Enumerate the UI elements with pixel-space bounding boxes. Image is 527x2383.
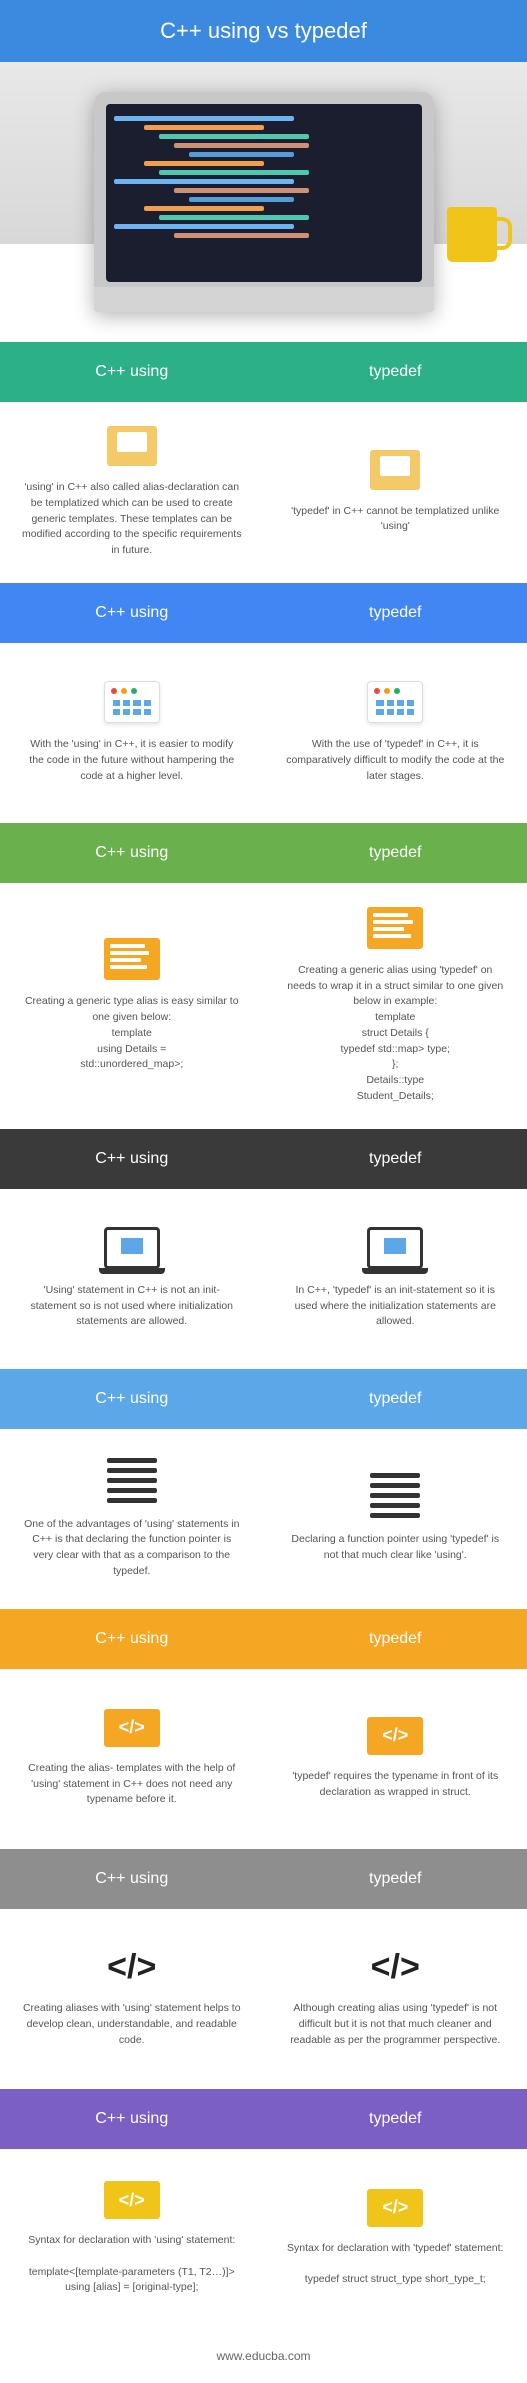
section-header-typedef: typedef xyxy=(264,342,527,402)
footer-link[interactable]: www.educba.com xyxy=(0,2329,527,2383)
section-header-using: C++ using xyxy=(0,823,264,883)
section-text-typedef: Syntax for declaration with 'typedef' st… xyxy=(287,2241,503,2288)
section-icon: </> xyxy=(367,1717,423,1755)
section-content-using: One of the advantages of 'using' stateme… xyxy=(0,1429,264,1609)
section-content-typedef: </> Syntax for declaration with 'typedef'… xyxy=(264,2149,527,2329)
section-icon xyxy=(367,1227,423,1269)
section-icon: </> xyxy=(104,1709,160,1747)
section-text-using: One of the advantages of 'using' stateme… xyxy=(22,1517,242,1580)
section-content-typedef: With the use of 'typedef' in C++, it is … xyxy=(264,643,527,823)
section-icon xyxy=(107,426,157,466)
section-icon xyxy=(370,1473,420,1518)
section-text-using: Creating the alias- templates with the h… xyxy=(22,1761,242,1808)
section-header-typedef: typedef xyxy=(264,1849,527,1909)
section-text-typedef: Although creating alias using 'typedef' … xyxy=(285,2001,505,2048)
section-header-using: C++ using xyxy=(0,2089,264,2149)
section-header-typedef: typedef xyxy=(264,1609,527,1669)
section-text-using: 'Using' statement in C++ is not an init-… xyxy=(22,1283,242,1330)
section-icon: </> xyxy=(107,1948,156,1987)
section-icon: </> xyxy=(104,2181,160,2219)
section-content-typedef: Declaring a function pointer using 'type… xyxy=(264,1429,527,1609)
section-header-using: C++ using xyxy=(0,1129,264,1189)
section-content-typedef: </> Although creating alias using 'typede… xyxy=(264,1909,527,2089)
section-content-using: 'using' in C++ also called alias-declara… xyxy=(0,402,264,583)
section-content-using: </> Creating aliases with 'using' stateme… xyxy=(0,1909,264,2089)
section-icon xyxy=(367,681,423,723)
section-content-typedef: In C++, 'typedef' is an init-statement s… xyxy=(264,1189,527,1369)
section-text-typedef: Declaring a function pointer using 'type… xyxy=(285,1532,505,1564)
section-content-using: </> Syntax for declaration with 'using' s… xyxy=(0,2149,264,2329)
section-header-typedef: typedef xyxy=(264,1129,527,1189)
section-header-using: C++ using xyxy=(0,1849,264,1909)
section-text-typedef: With the use of 'typedef' in C++, it is … xyxy=(285,737,505,784)
section-icon: </> xyxy=(367,2189,423,2227)
section-icon xyxy=(367,907,423,949)
section-content-typedef: 'typedef' in C++ cannot be templatized u… xyxy=(264,402,527,583)
section-icon xyxy=(107,1458,157,1503)
section-text-using: With the 'using' in C++, it is easier to… xyxy=(22,737,242,784)
page-title: C++ using vs typedef xyxy=(0,0,527,62)
section-header-using: C++ using xyxy=(0,342,264,402)
section-text-typedef: In C++, 'typedef' is an init-statement s… xyxy=(285,1283,505,1330)
section-icon xyxy=(104,681,160,723)
section-text-typedef: 'typedef' requires the typename in front… xyxy=(285,1769,505,1801)
section-icon xyxy=(370,450,420,490)
section-content-using: With the 'using' in C++, it is easier to… xyxy=(0,643,264,823)
section-header-typedef: typedef xyxy=(264,2089,527,2149)
section-text-using: Creating a generic type alias is easy si… xyxy=(22,994,242,1073)
section-header-typedef: typedef xyxy=(264,1369,527,1429)
section-icon xyxy=(104,1227,160,1269)
section-header-using: C++ using xyxy=(0,1609,264,1669)
section-content-using: 'Using' statement in C++ is not an init-… xyxy=(0,1189,264,1369)
section-text-using: 'using' in C++ also called alias-declara… xyxy=(22,480,242,559)
section-text-using: Syntax for declaration with 'using' stat… xyxy=(22,2233,242,2296)
section-content-typedef: Creating a generic alias using 'typedef'… xyxy=(264,883,527,1129)
section-text-typedef: Creating a generic alias using 'typedef'… xyxy=(285,963,505,1105)
section-text-using: Creating aliases with 'using' statement … xyxy=(22,2001,242,2048)
section-text-typedef: 'typedef' in C++ cannot be templatized u… xyxy=(285,504,505,536)
section-header-typedef: typedef xyxy=(264,583,527,643)
section-content-typedef: </> 'typedef' requires the typename in fr… xyxy=(264,1669,527,1849)
section-header-typedef: typedef xyxy=(264,823,527,883)
section-icon: </> xyxy=(371,1948,420,1987)
section-content-using: </> Creating the alias- templates with th… xyxy=(0,1669,264,1849)
section-header-using: C++ using xyxy=(0,1369,264,1429)
section-header-using: C++ using xyxy=(0,583,264,643)
section-icon xyxy=(104,938,160,980)
section-content-using: Creating a generic type alias is easy si… xyxy=(0,883,264,1129)
hero-image xyxy=(0,62,527,342)
